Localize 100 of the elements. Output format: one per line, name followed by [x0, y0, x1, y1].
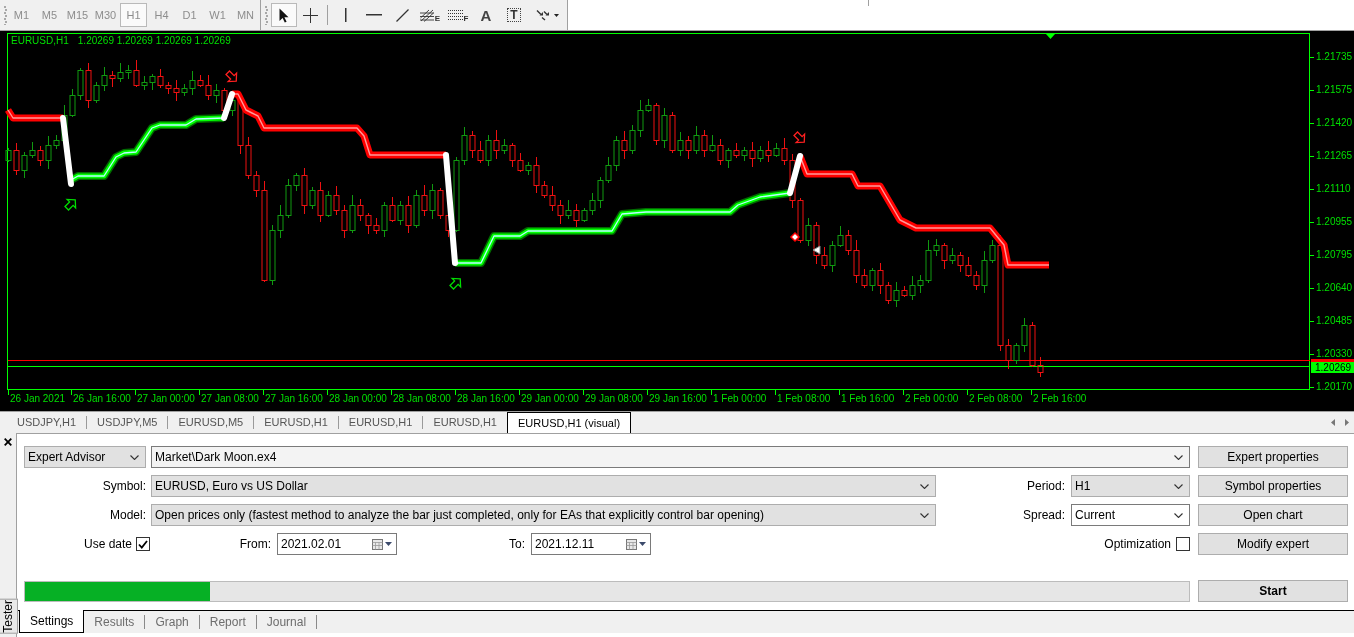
- time-axis-label: 27 Jan 00:00: [137, 393, 195, 405]
- field-label: Use date: [83, 536, 132, 553]
- expert-type-dropdown[interactable]: Expert Advisor: [24, 446, 146, 468]
- action-button[interactable]: Open chart: [1198, 504, 1348, 526]
- scroll-right-icon[interactable]: [1345, 419, 1349, 426]
- downtrend-line: [5, 108, 64, 122]
- time-axis-label: 26 Jan 16:00: [73, 393, 131, 405]
- chart-title: EURUSD,H1: [11, 35, 69, 47]
- price-axis-label: 1.21110: [1316, 184, 1351, 194]
- chart-tab[interactable]: USDJPY,H1: [7, 412, 87, 433]
- scroll-left-icon[interactable]: [1331, 419, 1335, 426]
- dotted-lines-icon: [447, 9, 463, 21]
- time-axis-label: 2 Feb 00:00: [905, 393, 959, 405]
- time-axis-label: 1 Feb 16:00: [841, 393, 895, 405]
- time-axis-label: 1 Feb 08:00: [777, 393, 831, 405]
- vertical-line-icon: [345, 8, 347, 22]
- text-tool-button[interactable]: A: [472, 3, 500, 27]
- down-right-arrow-icon: [225, 70, 238, 83]
- price-axis-label: 1.21735: [1316, 52, 1353, 62]
- caret-down-icon: [385, 542, 392, 546]
- price-axis-label: 1.20955: [1316, 217, 1353, 227]
- fibo-levels-tool-button[interactable]: F: [444, 3, 472, 27]
- triangle-marker-icon: [1046, 34, 1055, 39]
- tab[interactable]: Report: [199, 611, 256, 633]
- time-axis-label: 1 Feb 00:00: [713, 393, 767, 405]
- price-axis-label: 1.21575: [1316, 85, 1353, 95]
- trend-switch-line: [787, 153, 803, 196]
- fibo-fan-tool-button[interactable]: E: [416, 3, 444, 27]
- price-axis-label: 1.20485: [1316, 316, 1353, 326]
- calendar-icon: [626, 538, 637, 550]
- to-date-field[interactable]: 2021.12.11: [531, 533, 651, 555]
- expert-file-dropdown[interactable]: Market\Dark Moon.ex4: [151, 446, 1190, 468]
- tab[interactable]: Results: [84, 611, 145, 633]
- time-axis-label: 28 Jan 00:00: [329, 393, 387, 405]
- time-axis-label: 29 Jan 08:00: [585, 393, 643, 405]
- hatched-lines-icon: [419, 8, 434, 22]
- use-date-checkbox[interactable]: [136, 537, 150, 551]
- field-label: Period:: [1026, 478, 1065, 495]
- grip-icon[interactable]: [4, 5, 7, 25]
- chevron-down-icon: [1174, 483, 1183, 489]
- chevron-down-icon: [130, 454, 139, 460]
- horizontal-line-icon: [366, 14, 382, 16]
- action-button[interactable]: Symbol properties: [1198, 475, 1348, 497]
- chart-tab[interactable]: USDJPY,M5: [87, 412, 168, 433]
- diagonal-line-icon: [395, 8, 409, 22]
- price-axis-label: 1.20170: [1316, 382, 1353, 392]
- caret-down-icon: [639, 542, 646, 546]
- field-label: Optimization: [1104, 536, 1171, 553]
- caret-down-icon: [553, 13, 559, 17]
- chart-tab[interactable]: EURUSD,H1 (visual): [506, 412, 632, 433]
- time-axis-label: 29 Jan 00:00: [521, 393, 579, 405]
- time-axis-label: 28 Jan 16:00: [457, 393, 515, 405]
- price-axis-label: 1.20640: [1316, 283, 1353, 293]
- tab[interactable]: Graph: [145, 611, 199, 633]
- from-date-field[interactable]: 2021.02.01: [277, 533, 397, 555]
- trend-switch-line: [221, 91, 235, 121]
- chevron-down-icon: [920, 483, 929, 489]
- side-tab[interactable]: Tester: [0, 599, 18, 634]
- model-dropdown[interactable]: Open prices only (fastest method to analyze the bar just completed, only for EAs that explicitly control bar opening): [151, 504, 936, 526]
- field-label: Spread:: [1022, 507, 1065, 524]
- chart-tab[interactable]: EURUSD,H1: [254, 412, 338, 433]
- grip-icon[interactable]: [265, 5, 268, 25]
- chevron-down-icon: [920, 512, 929, 518]
- tab[interactable]: Settings: [19, 610, 85, 633]
- chevron-down-icon: [1174, 454, 1183, 460]
- time-axis-label: 2 Feb 16:00: [1033, 393, 1087, 405]
- time-axis-label: 28 Jan 08:00: [393, 393, 451, 405]
- text-label-tool-button[interactable]: T: [500, 3, 528, 27]
- up-right-arrow-icon: [449, 277, 462, 290]
- chart-tab[interactable]: EURUSD,H1: [338, 412, 423, 433]
- chevron-down-icon: [1174, 512, 1183, 518]
- price-axis-label: 1.20330: [1316, 349, 1353, 359]
- cursor-tool-button[interactable]: [271, 3, 297, 27]
- time-axis-label: 29 Jan 16:00: [649, 393, 707, 405]
- up-right-arrow-icon: [64, 198, 77, 211]
- triangle-marker-icon: [812, 245, 821, 255]
- field-label: To:: [509, 536, 525, 553]
- period-dropdown[interactable]: H1: [1071, 475, 1190, 497]
- action-button[interactable]: Expert properties: [1198, 446, 1348, 468]
- chart-tab[interactable]: EURUSD,M5: [168, 412, 254, 433]
- chart-tab[interactable]: EURUSD,H1: [423, 412, 507, 433]
- time-axis-label: 27 Jan 08:00: [201, 393, 259, 405]
- ohlc-readout: 1.20269 1.20269 1.20269 1.20269: [77, 35, 231, 47]
- time-axis-label: 26 Jan 2021: [10, 393, 66, 405]
- down-right-arrow-icon: [793, 131, 806, 144]
- close-icon[interactable]: [4, 438, 12, 446]
- action-button[interactable]: Modify expert: [1198, 533, 1348, 555]
- time-axis-label: 27 Jan 16:00: [265, 393, 323, 405]
- trend-switch-line: [60, 115, 74, 187]
- checkmark-icon: [138, 539, 148, 549]
- start-button[interactable]: Start: [1198, 580, 1348, 602]
- crosshair-icon: [302, 7, 318, 23]
- symbol-dropdown[interactable]: EURUSD, Euro vs US Dollar: [151, 475, 936, 497]
- calendar-icon: [372, 538, 383, 550]
- field-label: Model:: [109, 507, 146, 524]
- field-label: From:: [239, 536, 271, 553]
- tab[interactable]: Journal: [256, 611, 317, 633]
- optimization-checkbox[interactable]: [1176, 537, 1190, 551]
- spread-combo[interactable]: Current: [1071, 504, 1190, 526]
- field-label: Symbol:: [102, 478, 146, 495]
